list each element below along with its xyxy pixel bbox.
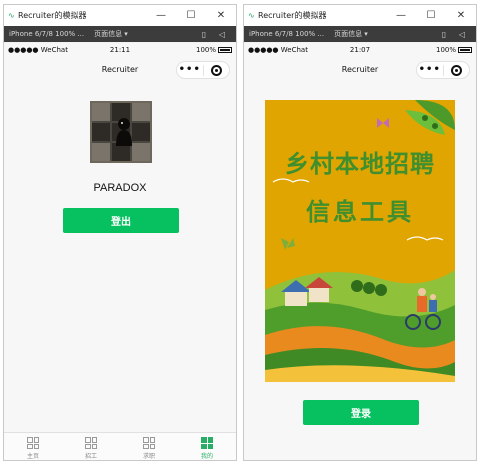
poster-title-line2: 信息工具: [306, 198, 414, 226]
nav-bar: Recruiter •••: [244, 56, 476, 82]
phone-screen: ●●●●● WeChat 21:07 100% Recruiter ••• 乡村…: [244, 43, 476, 460]
username: PARADOX: [93, 182, 147, 194]
status-time: 21:11: [109, 45, 131, 54]
pin-icon[interactable]: ▯: [435, 30, 453, 39]
window-title: Recruiter的模拟器: [258, 11, 327, 20]
battery-indicator: 100%: [162, 46, 232, 54]
login-page: 乡村本地招聘 信息工具 登录: [244, 82, 476, 432]
tab-label: 主页: [26, 453, 39, 460]
simulator-window-right: ∿ Recruiter的模拟器 — ☐ ✕ iPhone 6/7/8 100% …: [243, 4, 477, 461]
minimize-button[interactable]: —: [146, 10, 176, 21]
status-bar: ●●●●● WeChat 21:07 100%: [244, 43, 476, 56]
carrier-label: ●●●●● WeChat: [8, 45, 68, 54]
tab-label: 招工: [84, 453, 97, 460]
tab-recruit[interactable]: 招工: [62, 433, 120, 460]
mine-icon: [201, 437, 213, 449]
avatar: [90, 101, 152, 163]
simulator-toolbar: iPhone 6/7/8 100% ... 页面信息 ▾ ▯ ◁: [4, 26, 236, 42]
device-selector[interactable]: iPhone 6/7/8 100% ...: [9, 30, 84, 38]
simulator-window-left: ∿ Recruiter的模拟器 — ☐ ✕ iPhone 6/7/8 100% …: [3, 4, 237, 461]
login-button[interactable]: 登录: [303, 400, 419, 425]
wechat-devtools-icon: ∿: [8, 11, 15, 20]
carrier-label: ●●●●● WeChat: [248, 45, 308, 54]
home-icon: [27, 437, 39, 449]
poster-title-line1: 乡村本地招聘: [285, 150, 435, 178]
window-title: Recruiter的模拟器: [18, 11, 87, 20]
page-info-dropdown[interactable]: 页面信息 ▾: [334, 29, 368, 39]
exit-miniprogram-icon[interactable]: [204, 64, 230, 76]
window-titlebar: ∿ Recruiter的模拟器 — ☐ ✕: [244, 5, 476, 26]
minimize-button[interactable]: —: [386, 10, 416, 21]
close-button[interactable]: ✕: [446, 10, 476, 21]
device-selector[interactable]: iPhone 6/7/8 100% ...: [249, 30, 324, 38]
logout-button[interactable]: 登出: [63, 208, 179, 233]
recruit-icon: [85, 437, 97, 449]
status-time: 21:07: [349, 45, 371, 54]
tab-jobseek[interactable]: 求职: [120, 433, 178, 460]
back-icon[interactable]: ◁: [453, 30, 471, 39]
menu-capsule: •••: [416, 61, 470, 79]
nav-title: Recruiter: [341, 64, 379, 74]
window-titlebar: ∿ Recruiter的模拟器 — ☐ ✕: [4, 5, 236, 26]
battery-label: 100%: [195, 45, 216, 54]
tab-home[interactable]: 主页: [4, 433, 62, 460]
battery-indicator: 100%: [402, 46, 472, 54]
poster-image: 乡村本地招聘 信息工具: [265, 100, 455, 382]
page-info-dropdown[interactable]: 页面信息 ▾: [94, 29, 128, 39]
nav-title: Recruiter: [101, 64, 139, 74]
more-icon[interactable]: •••: [177, 65, 203, 75]
status-bar: ●●●●● WeChat 21:11 100%: [4, 43, 236, 56]
nav-bar: Recruiter •••: [4, 56, 236, 82]
maximize-button[interactable]: ☐: [416, 10, 446, 21]
silhouette-icon: [116, 118, 132, 146]
tab-label: 我的: [200, 453, 213, 460]
simulator-toolbar: iPhone 6/7/8 100% ... 页面信息 ▾ ▯ ◁: [244, 26, 476, 42]
battery-label: 100%: [435, 45, 456, 54]
tab-bar: 主页 招工 求职 我的: [4, 432, 236, 460]
wechat-devtools-icon: ∿: [248, 11, 255, 20]
maximize-button[interactable]: ☐: [176, 10, 206, 21]
phone-screen: ●●●●● WeChat 21:11 100% Recruiter ••• PA…: [4, 43, 236, 460]
battery-icon: [218, 46, 232, 53]
pin-icon[interactable]: ▯: [195, 30, 213, 39]
countryside-illustration: [265, 100, 455, 382]
battery-icon: [458, 46, 472, 53]
profile-page: PARADOX 登出: [4, 82, 236, 432]
back-icon[interactable]: ◁: [213, 30, 231, 39]
more-icon[interactable]: •••: [417, 65, 443, 75]
tab-label: 求职: [142, 453, 155, 460]
exit-miniprogram-icon[interactable]: [444, 64, 470, 76]
tab-mine[interactable]: 我的: [178, 433, 236, 460]
jobseek-icon: [143, 437, 155, 449]
close-button[interactable]: ✕: [206, 10, 236, 21]
menu-capsule: •••: [176, 61, 230, 79]
